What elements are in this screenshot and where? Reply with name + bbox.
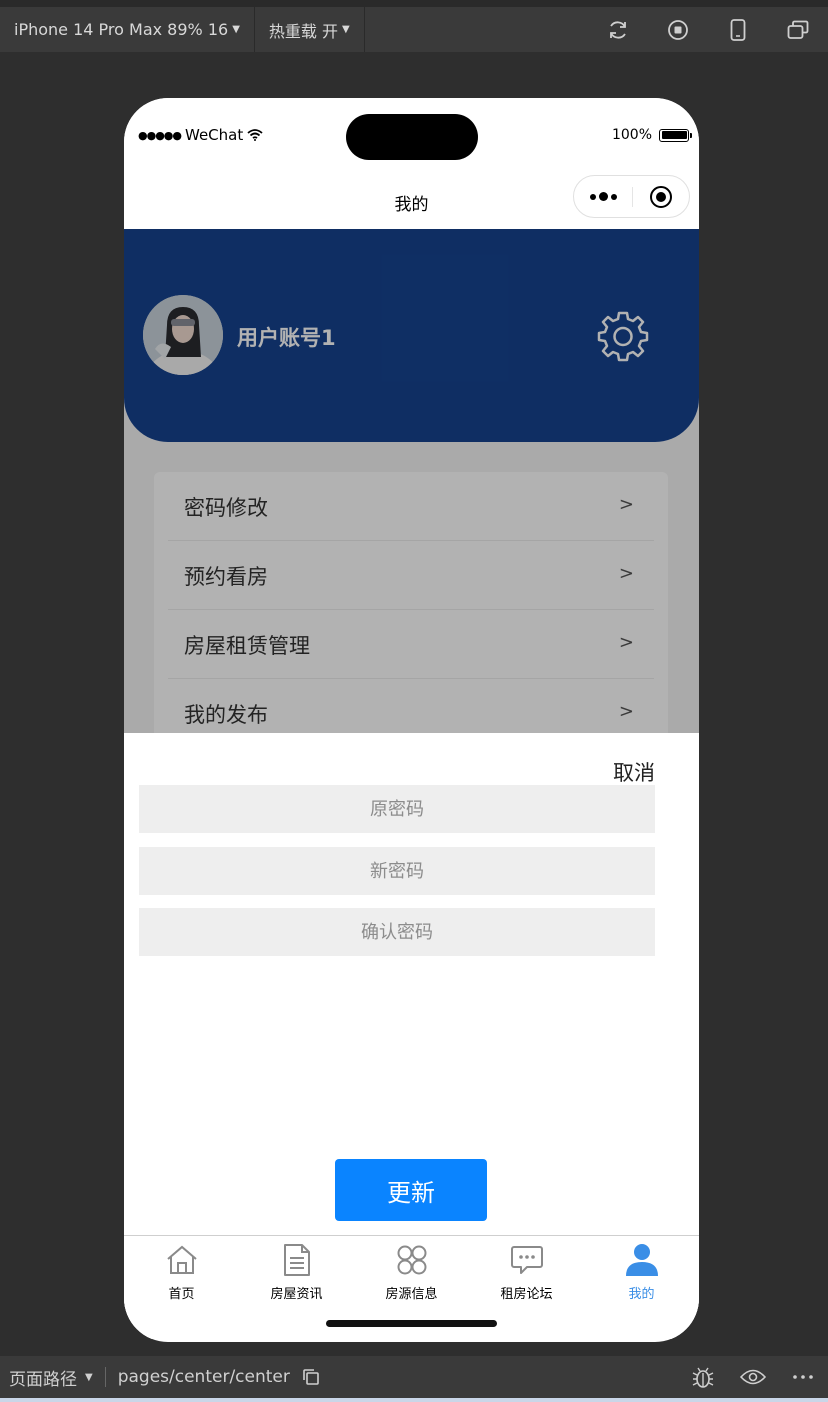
change-password-sheet: 取消 更新	[124, 733, 699, 1235]
hot-reload-label: 热重载 开	[268, 21, 338, 41]
tab-listings[interactable]: 房源信息	[354, 1242, 469, 1302]
grid-icon	[354, 1242, 469, 1278]
user-icon	[584, 1242, 699, 1278]
hot-reload-toggle[interactable]: 热重载 开 ▼	[255, 7, 365, 52]
eye-icon[interactable]	[728, 1356, 778, 1398]
tab-label: 租房论坛	[500, 1287, 553, 1302]
device-selector-label: iPhone 14 Pro Max 89% 16	[14, 20, 229, 39]
old-password-input[interactable]	[139, 785, 655, 833]
battery-icon	[659, 128, 692, 142]
chevron-down-icon: ▼	[341, 24, 350, 35]
page-path-label: 页面路径	[9, 1369, 77, 1390]
close-mini-program-icon[interactable]	[633, 185, 689, 208]
center-page: 用户账号1 密码修改 > 预约看房 > 房屋租赁管理 > 我的发布 > 取消 更…	[124, 229, 699, 1339]
tab-forum[interactable]: 租房论坛	[469, 1242, 584, 1302]
signal-icon: ●●●●●	[138, 128, 182, 142]
wifi-icon	[247, 129, 263, 141]
debug-icon[interactable]	[678, 1356, 728, 1398]
stop-icon[interactable]	[648, 7, 708, 52]
more-options-icon[interactable]	[778, 1356, 828, 1398]
tab-label: 首页	[168, 1287, 195, 1302]
chevron-down-icon: ▼	[232, 24, 240, 35]
refresh-icon[interactable]	[588, 7, 648, 52]
new-password-input[interactable]	[139, 847, 655, 895]
navigation-bar: 我的	[124, 174, 699, 229]
tab-me[interactable]: 我的	[584, 1242, 699, 1302]
chat-icon	[469, 1242, 584, 1278]
window-edge	[0, 1398, 828, 1402]
battery-percent: 100%	[611, 127, 652, 143]
tab-label: 房源信息	[385, 1287, 438, 1302]
home-icon	[124, 1242, 239, 1278]
phone-screen: ●●●●● WeChat 100% 我的 用户账号1 密码修改 > 预约看房 >…	[124, 98, 699, 1342]
dynamic-island	[346, 114, 478, 160]
tab-home[interactable]: 首页	[124, 1242, 239, 1302]
simulator-toolbar: iPhone 14 Pro Max 89% 16 ▼ 热重载 开 ▼	[0, 0, 828, 52]
window-icon[interactable]	[768, 7, 828, 52]
confirm-password-input[interactable]	[139, 908, 655, 956]
carrier-label: WeChat	[185, 126, 244, 144]
phone-icon[interactable]	[708, 7, 768, 52]
chevron-down-icon: ▼	[85, 1371, 93, 1383]
home-indicator	[326, 1320, 497, 1327]
page-path-bar: 页面路径 ▼ pages/center/center	[0, 1356, 828, 1398]
tab-label: 我的	[628, 1287, 655, 1302]
page-path-value: pages/center/center	[117, 1367, 290, 1387]
copy-icon[interactable]	[302, 1368, 320, 1386]
page-path-selector[interactable]: 页面路径 ▼	[0, 1365, 93, 1390]
document-icon	[239, 1242, 354, 1278]
more-icon[interactable]	[574, 192, 632, 201]
update-button[interactable]: 更新	[335, 1159, 487, 1221]
popup-overlay[interactable]	[124, 229, 699, 733]
tab-news[interactable]: 房屋资讯	[239, 1242, 354, 1302]
device-selector[interactable]: iPhone 14 Pro Max 89% 16 ▼	[0, 7, 255, 52]
status-bar: ●●●●● WeChat 100%	[124, 98, 699, 174]
cancel-button[interactable]: 取消	[613, 757, 655, 787]
mini-program-capsule	[573, 175, 690, 218]
tab-label: 房屋资讯	[270, 1287, 323, 1302]
